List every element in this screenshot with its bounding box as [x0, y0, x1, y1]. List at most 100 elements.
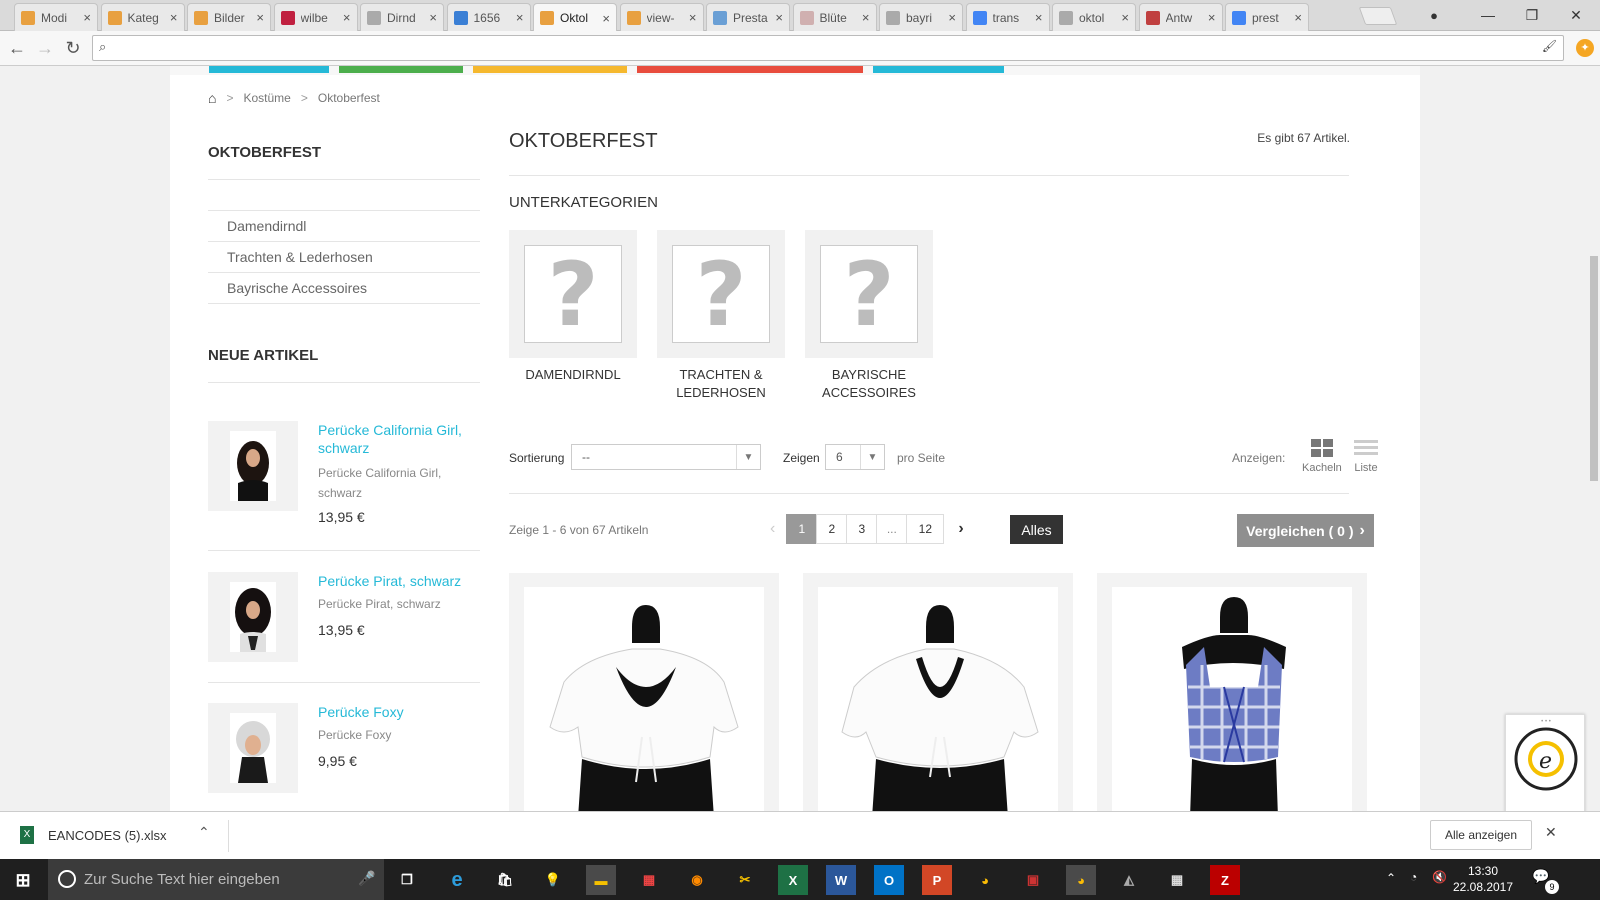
- menu-color-bar[interactable]: [209, 66, 329, 73]
- browser-tab[interactable]: bayri ×: [879, 3, 963, 31]
- scrollbar-thumb[interactable]: [1590, 256, 1598, 481]
- product-name-link[interactable]: Perücke Pirat, schwarz: [318, 572, 478, 590]
- product-name-link[interactable]: Perücke Foxy: [318, 703, 478, 721]
- browser-tab[interactable]: Kateg ×: [100, 3, 185, 31]
- powerpoint-icon[interactable]: P: [922, 865, 952, 895]
- outlook-icon[interactable]: O: [874, 865, 904, 895]
- apps-icon[interactable]: ▦: [634, 865, 664, 895]
- tab-close-icon[interactable]: ×: [256, 10, 264, 25]
- profile-icon[interactable]: ●: [1412, 0, 1456, 30]
- tips-icon[interactable]: 💡: [538, 865, 568, 895]
- store-icon[interactable]: 🛍: [490, 865, 520, 895]
- prev-page-icon[interactable]: ‹: [770, 520, 775, 538]
- browser-tab[interactable]: Bilder ×: [187, 3, 271, 31]
- browser-tab[interactable]: prest ×: [1225, 3, 1309, 31]
- view-grid-button[interactable]: Kacheln: [1302, 439, 1342, 474]
- product-image[interactable]: [1112, 587, 1352, 811]
- tab-close-icon[interactable]: ×: [775, 10, 783, 25]
- clock[interactable]: 13:30 22.08.2017: [1452, 863, 1514, 895]
- close-window-button[interactable]: ✕: [1554, 0, 1598, 30]
- browser-tab[interactable]: view- ×: [619, 3, 704, 31]
- minimize-button[interactable]: —: [1466, 0, 1510, 30]
- subcategory-trachten[interactable]: ? TRACHTEN & LEDERHOSEN: [657, 230, 785, 402]
- chevron-up-icon[interactable]: ⌃: [198, 824, 210, 841]
- page-button[interactable]: 3: [846, 514, 878, 544]
- menu-color-bar[interactable]: [873, 66, 1004, 73]
- tab-close-icon[interactable]: ×: [1121, 10, 1129, 25]
- tab-close-icon[interactable]: ×: [343, 10, 351, 25]
- filezilla-icon[interactable]: Z: [1210, 865, 1240, 895]
- address-bar[interactable]: ⌕ 🖌: [92, 35, 1564, 61]
- tab-close-icon[interactable]: ×: [1294, 10, 1302, 25]
- product-card[interactable]: [803, 573, 1073, 811]
- forward-icon[interactable]: →: [34, 37, 56, 59]
- next-page-icon[interactable]: ›: [958, 520, 963, 538]
- product-card[interactable]: [509, 573, 779, 811]
- menu-color-bar[interactable]: [637, 66, 863, 73]
- excel-icon[interactable]: X: [778, 865, 808, 895]
- sort-select[interactable]: -- ▼: [571, 444, 761, 470]
- tray-chevron-icon[interactable]: ⌃: [1386, 871, 1396, 885]
- browser-tab[interactable]: 1656 ×: [446, 3, 531, 31]
- subcategory-image[interactable]: ?: [805, 230, 933, 358]
- view-list-button[interactable]: Liste: [1354, 439, 1378, 474]
- home-icon[interactable]: ⌂: [208, 90, 216, 106]
- sidebar-item-accessoires[interactable]: Bayrische Accessoires: [208, 272, 480, 304]
- subcategory-image[interactable]: ?: [657, 230, 785, 358]
- tab-close-icon[interactable]: ×: [516, 10, 524, 25]
- browser-tab[interactable]: oktol ×: [1052, 3, 1136, 31]
- firefox-icon[interactable]: ◉: [682, 865, 712, 895]
- browser-tab[interactable]: Presta ×: [706, 3, 790, 31]
- tab-close-icon[interactable]: ×: [170, 10, 178, 25]
- product-card[interactable]: [1097, 573, 1367, 811]
- new-tab-button[interactable]: [1358, 7, 1398, 25]
- network-icon[interactable]: ◔: [1410, 870, 1417, 884]
- app-icon[interactable]: ▣: [1018, 865, 1048, 895]
- volume-icon[interactable]: 🔇: [1432, 870, 1447, 884]
- product-image[interactable]: [818, 587, 1058, 811]
- subcategory-label[interactable]: BAYRISCHE ACCESSOIRES: [805, 366, 933, 402]
- subcategory-damendirndl[interactable]: ? DAMENDIRNDL: [509, 230, 637, 384]
- tab-close-icon[interactable]: ×: [862, 10, 870, 25]
- file-explorer-icon[interactable]: ▬: [586, 865, 616, 895]
- scrollbar[interactable]: [1588, 132, 1600, 811]
- show-all-button[interactable]: Alles: [1010, 515, 1063, 544]
- breadcrumb-link-kostueme[interactable]: Kostüme: [243, 91, 290, 105]
- per-page-select[interactable]: 6 ▼: [825, 444, 885, 470]
- page-button[interactable]: 2: [816, 514, 848, 544]
- sidebar-category-title[interactable]: OKTOBERFEST: [208, 144, 321, 161]
- browser-tab[interactable]: trans ×: [965, 3, 1050, 31]
- reload-icon[interactable]: ↻: [62, 37, 84, 59]
- browser-tab[interactable]: wilbe ×: [273, 3, 358, 31]
- extension-icon[interactable]: 🖌: [1542, 39, 1557, 53]
- tools-icon[interactable]: ✂: [730, 865, 760, 895]
- tab-close-icon[interactable]: ×: [1035, 10, 1043, 25]
- browser-tab[interactable]: Modi ×: [14, 3, 98, 31]
- task-view-icon[interactable]: ❐: [392, 865, 422, 895]
- compare-button[interactable]: Vergleichen ( 0 ) ›: [1237, 514, 1374, 547]
- tab-close-icon[interactable]: ×: [1208, 10, 1216, 25]
- sidebar-item-damendirndl[interactable]: Damendirndl: [208, 210, 480, 241]
- browser-tab[interactable]: Blüte ×: [792, 3, 877, 31]
- chrome-active-icon[interactable]: ◕: [1066, 865, 1096, 895]
- show-all-downloads-button[interactable]: Alle anzeigen: [1430, 820, 1532, 850]
- close-icon[interactable]: ✕: [1545, 824, 1557, 841]
- back-icon[interactable]: ←: [6, 37, 28, 59]
- browser-tab[interactable]: Antw ×: [1138, 3, 1223, 31]
- word-icon[interactable]: W: [826, 865, 856, 895]
- address-input[interactable]: [119, 40, 1499, 57]
- page-button[interactable]: 12: [906, 514, 945, 544]
- page-button[interactable]: 1: [786, 514, 818, 544]
- subcategory-label[interactable]: DAMENDIRNDL: [509, 366, 637, 384]
- tab-close-icon[interactable]: ×: [602, 11, 610, 26]
- windows-start-icon[interactable]: ⊞: [8, 865, 38, 895]
- edge-icon[interactable]: e: [442, 865, 472, 895]
- subcategory-accessoires[interactable]: ? BAYRISCHE ACCESSOIRES: [805, 230, 933, 402]
- browser-tab[interactable]: Oktol ×: [533, 3, 617, 32]
- product-thumbnail[interactable]: [208, 703, 298, 793]
- menu-color-bar[interactable]: [339, 66, 463, 73]
- app-icon[interactable]: ◭: [1114, 865, 1144, 895]
- menu-color-bar[interactable]: [473, 66, 627, 73]
- extension-badge-icon[interactable]: ✦: [1576, 39, 1594, 57]
- microphone-icon[interactable]: 🎤: [358, 870, 375, 887]
